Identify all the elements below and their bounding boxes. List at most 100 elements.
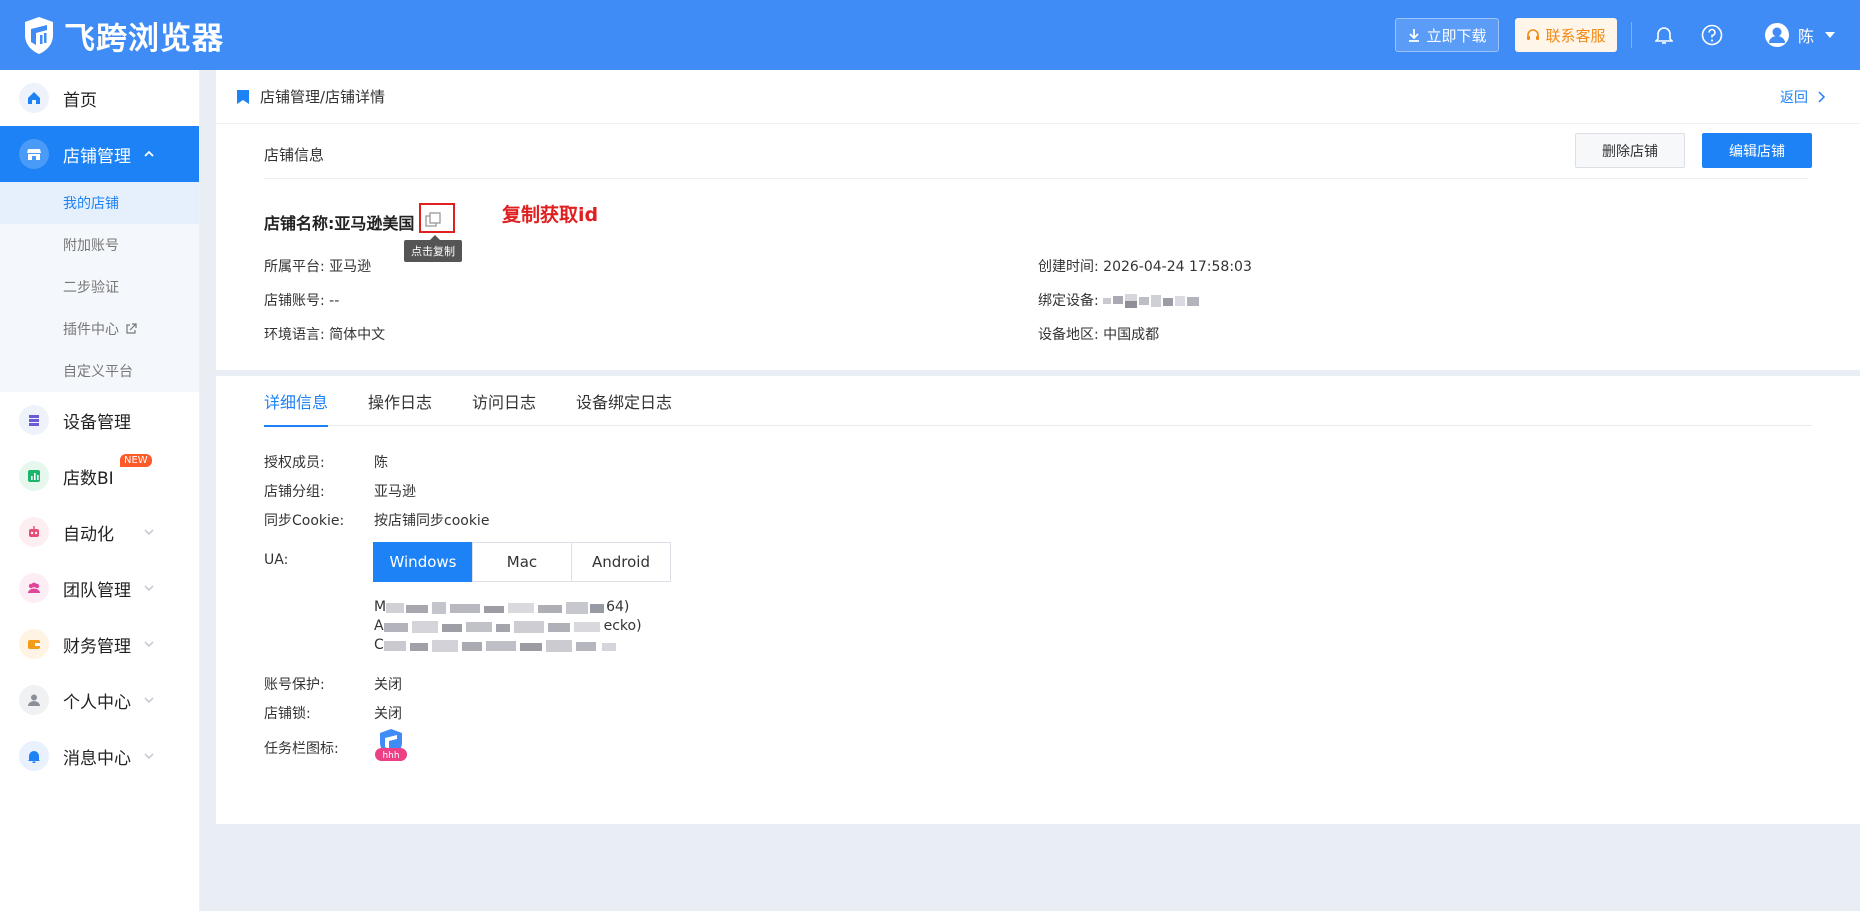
tab-device-binding-log[interactable]: 设备绑定日志 [576, 376, 672, 426]
store-info-card: 店铺信息 删除店铺 编辑店铺 店铺名称: 亚马逊美国 点击复制 复制获取id 所… [216, 124, 1860, 370]
download-label: 立即下载 [1426, 26, 1487, 45]
help-icon[interactable] [1698, 21, 1726, 49]
divider [264, 178, 1808, 179]
created-value: 2026-04-24 17:58:03 [1103, 259, 1252, 275]
tab-access-log[interactable]: 访问日志 [472, 376, 536, 426]
redacted-text [386, 601, 605, 614]
ua-line-end: ecko) [603, 618, 642, 634]
edit-store-button[interactable]: 编辑店铺 [1702, 133, 1812, 168]
sidebar-item-bi[interactable]: 店数BI NEW [0, 448, 199, 504]
new-badge: NEW [120, 454, 152, 467]
support-label: 联系客服 [1545, 26, 1606, 45]
notification-bell-icon[interactable] [1650, 21, 1678, 49]
device-field: 绑定设备: [1038, 290, 1201, 310]
sidebar-subitem-my-stores[interactable]: 我的店铺 [0, 182, 199, 224]
sidebar-item-automation[interactable]: 自动化 [0, 504, 199, 560]
support-button[interactable]: 联系客服 [1514, 18, 1617, 52]
wallet-icon [19, 629, 49, 659]
created-field: 创建时间: 2026-04-24 17:58:03 [1038, 256, 1252, 276]
section-title: 店铺信息 [264, 146, 325, 164]
ua-line-start: C [374, 637, 384, 653]
highlight-box [419, 203, 455, 233]
sidebar-subitem-extra-accounts[interactable]: 附加账号 [0, 224, 199, 266]
ua-option-android[interactable]: Android [571, 542, 671, 582]
sidebar-item-label: 首页 [63, 90, 97, 111]
chevron-down-icon [144, 585, 154, 592]
sidebar-item-home[interactable]: 首页 [0, 70, 199, 126]
field-label: 同步Cookie: [264, 513, 345, 529]
caret-down-icon [1825, 32, 1835, 38]
sidebar-item-profile[interactable]: 个人中心 [0, 672, 199, 728]
field-label: 绑定设备: [1038, 293, 1099, 309]
sidebar-subitem-custom-platform[interactable]: 自定义平台 [0, 350, 199, 392]
redacted-device [1103, 294, 1200, 308]
user-name: 陈 [1797, 27, 1814, 46]
shield-logo-icon [25, 17, 53, 54]
ua-os-selector: Windows Mac Android [373, 542, 671, 582]
sidebar-item-label: 设备管理 [63, 412, 131, 433]
sidebar-subitem-plugins[interactable]: 插件中心 [0, 308, 199, 350]
annotation-text: 复制获取id [502, 204, 599, 226]
tab-operation-log[interactable]: 操作日志 [368, 376, 432, 426]
ua-string: M 64) A ecko) C [374, 598, 642, 655]
sidebar-item-label: 自动化 [63, 524, 114, 545]
store-name-label: 店铺名称: [264, 214, 335, 233]
chevron-down-icon [144, 641, 154, 648]
ua-line-end: 64) [606, 599, 630, 615]
sidebar-item-label: 财务管理 [63, 636, 131, 657]
back-label: 返回 [1780, 89, 1808, 106]
breadcrumb: 店铺管理/店铺详情 [260, 88, 386, 106]
delete-store-button[interactable]: 删除店铺 [1575, 133, 1685, 168]
platform-value: 亚马逊 [329, 259, 372, 275]
tab-bar: 详细信息 操作日志 访问日志 设备绑定日志 [264, 376, 1812, 427]
robot-icon [19, 517, 49, 547]
sidebar-item-messages[interactable]: 消息中心 [0, 728, 199, 784]
chevron-right-icon [1818, 90, 1826, 103]
back-link[interactable]: 返回 [1780, 87, 1826, 107]
account-value: -- [329, 293, 340, 309]
redacted-text [383, 639, 616, 652]
region-value: 中国成都 [1103, 327, 1160, 343]
store-name-value: 亚马逊美国 [334, 214, 415, 233]
ua-option-mac[interactable]: Mac [472, 542, 572, 582]
main-content: 店铺管理/店铺详情 返回 店铺信息 删除店铺 编辑店铺 店铺名称: 亚马逊美国 … [216, 70, 1860, 824]
store-icon [19, 139, 49, 169]
chevron-up-icon [144, 150, 154, 157]
app-logo[interactable]: 飞跨浏览器 [22, 13, 224, 58]
ua-row: UA: [264, 552, 374, 568]
tab-details[interactable]: 详细信息 [264, 376, 329, 427]
copy-tooltip: 点击复制 [404, 235, 462, 262]
sidebar-item-devices[interactable]: 设备管理 [0, 392, 199, 448]
sidebar-subitem-two-step[interactable]: 二步验证 [0, 266, 199, 308]
headset-icon [1527, 29, 1540, 40]
field-label: 授权成员: [264, 455, 325, 471]
user-menu[interactable]: 陈 [1764, 22, 1836, 48]
app-title: 飞跨浏览器 [64, 20, 224, 57]
members-value: 陈 [374, 455, 388, 471]
breadcrumb-bar: 店铺管理/店铺详情 返回 [216, 70, 1860, 124]
field-label: 创建时间: [1038, 259, 1099, 275]
bookmark-icon [237, 89, 249, 104]
ua-line: A ecko) [374, 617, 642, 636]
ua-line-start: A [374, 618, 384, 634]
ua-option-windows[interactable]: Windows [373, 542, 473, 582]
external-link-icon [126, 323, 137, 334]
cookie-row: 同步Cookie: 按店铺同步cookie [264, 510, 489, 530]
device-icon [19, 405, 49, 435]
field-label: 所属平台: [264, 259, 325, 275]
sidebar-item-store-management[interactable]: 店铺管理 [0, 126, 199, 182]
language-field: 环境语言: 简体中文 [264, 324, 385, 344]
store-submenu: 我的店铺 附加账号 二步验证 插件中心 自定义平台 [0, 182, 199, 392]
chevron-down-icon [144, 697, 154, 704]
store-name: 店铺名称: 亚马逊美国 [264, 210, 414, 234]
field-label: 店铺分组: [264, 484, 325, 500]
sidebar-subitem-label: 插件中心 [63, 322, 119, 338]
sidebar-item-finance[interactable]: 财务管理 [0, 616, 199, 672]
store-lock-value: 关闭 [374, 706, 402, 722]
platform-field: 所属平台: 亚马逊 [264, 256, 371, 276]
divider [1630, 22, 1632, 48]
taskbar-badge-text: hhh [382, 751, 399, 761]
sidebar-item-team[interactable]: 团队管理 [0, 560, 199, 616]
team-icon [19, 573, 49, 603]
download-button[interactable]: 立即下载 [1394, 18, 1499, 52]
